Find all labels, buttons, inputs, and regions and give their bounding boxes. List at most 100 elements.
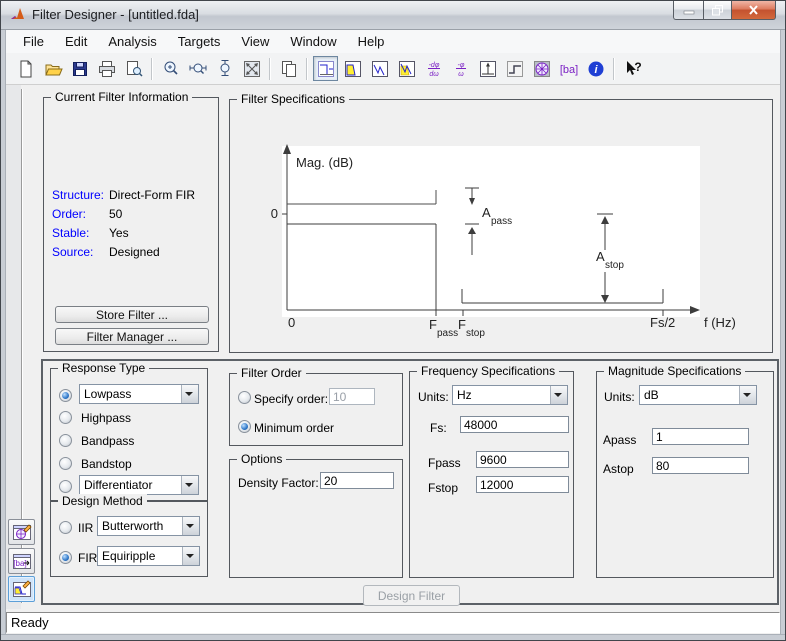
save-button[interactable] (67, 56, 92, 81)
bandpass-label: Bandpass (81, 434, 134, 448)
diagram-fstop-sub: stop (466, 328, 485, 339)
menu-analysis[interactable]: Analysis (98, 31, 166, 52)
density-factor-input[interactable] (320, 472, 394, 489)
chevron-down-icon[interactable] (739, 386, 756, 404)
svg-text:ω: ω (458, 71, 464, 78)
window-title: Filter Designer - [untitled.fda] (32, 1, 199, 29)
step-response-icon (505, 59, 525, 79)
lowpass-radio[interactable] (59, 389, 72, 402)
specify-order-radio[interactable] (238, 391, 251, 404)
iir-method-value: Butterworth (102, 519, 181, 533)
print-to-figure-button[interactable] (276, 56, 301, 81)
specify-order-label: Specify order: (254, 392, 328, 406)
filter-specifications-icon (316, 59, 336, 79)
chevron-down-icon[interactable] (182, 547, 199, 565)
close-button[interactable] (732, 1, 776, 20)
magnitude-response-icon (343, 59, 363, 79)
differentiator-select[interactable]: Differentiator (79, 475, 199, 495)
stable-value: Yes (109, 226, 129, 240)
diagram-fpass-sub: pass (437, 328, 458, 339)
iir-radio[interactable] (59, 521, 72, 534)
design-filter-button[interactable]: Design Filter (363, 585, 460, 606)
svg-text:?: ? (634, 60, 641, 74)
step-response-button[interactable] (502, 56, 527, 81)
matlab-logo-icon (10, 7, 26, 23)
diagram-zero-tick: 0 (271, 206, 278, 221)
bandstop-radio[interactable] (59, 457, 72, 470)
toolbar: -dφdω -φω [ba] i ? (6, 53, 780, 85)
help-mode-button[interactable]: ? (620, 56, 645, 81)
specify-order-input[interactable] (329, 388, 375, 405)
pole-zero-editor-button[interactable] (8, 519, 35, 545)
fstop-input[interactable] (476, 476, 569, 493)
restore-button[interactable] (703, 1, 732, 20)
differentiator-select-value: Differentiator (84, 478, 180, 492)
chevron-down-icon[interactable] (182, 517, 199, 535)
differentiator-radio[interactable] (59, 480, 72, 493)
magnitude-response-button[interactable] (340, 56, 365, 81)
menu-edit[interactable]: Edit (55, 31, 97, 52)
bandpass-radio[interactable] (59, 434, 72, 447)
minimum-order-radio[interactable] (238, 420, 251, 433)
print-to-figure-icon (279, 59, 299, 79)
menu-targets[interactable]: Targets (168, 31, 231, 52)
zoom-y-button[interactable] (212, 56, 237, 81)
magnitude-and-phase-response-button[interactable] (394, 56, 419, 81)
lowpass-select[interactable]: Lowpass (79, 384, 199, 404)
phase-response-button[interactable] (367, 56, 392, 81)
open-file-button[interactable] (40, 56, 65, 81)
group-title: Design Method (58, 494, 147, 508)
astop-input[interactable] (652, 457, 749, 474)
diagram-astop: A (596, 249, 605, 264)
chevron-down-icon[interactable] (181, 385, 198, 403)
phase-delay-response-button[interactable]: -φω (448, 56, 473, 81)
filter-order-group: Filter Order Specify order: Minimum orde… (229, 373, 403, 446)
diagram-apass: A (482, 205, 491, 220)
chevron-down-icon[interactable] (550, 386, 567, 404)
menu-file[interactable]: File (13, 31, 54, 52)
store-filter-button[interactable]: Store Filter ... (55, 306, 209, 323)
fir-radio[interactable] (59, 551, 72, 564)
pole-zero-plot-button[interactable] (529, 56, 554, 81)
order-value: 50 (109, 207, 122, 221)
mag-units-select[interactable]: dB (639, 385, 757, 405)
structure-value: Direct-Form FIR (109, 188, 195, 202)
fir-label: FIR (78, 551, 97, 565)
filter-specifications-group: Filter Specifications Mag. (dB) 0 (229, 99, 773, 353)
highpass-radio[interactable] (59, 411, 72, 424)
titlebar[interactable]: Filter Designer - [untitled.fda] (1, 1, 785, 30)
impulse-response-button[interactable] (475, 56, 500, 81)
zoom-x-button[interactable] (185, 56, 210, 81)
chevron-down-icon[interactable] (181, 476, 198, 494)
filter-coefficients-button[interactable]: [ba] (556, 56, 581, 81)
import-filter-button[interactable]: [ba] (8, 548, 35, 574)
zoom-in-button[interactable] (158, 56, 183, 81)
iir-method-select[interactable]: Butterworth (97, 516, 200, 536)
full-view-icon (242, 59, 262, 79)
filter-coefficients-icon: [ba] (559, 59, 579, 79)
options-group: Options Density Factor: (229, 459, 403, 578)
import-filter-icon: [ba] (11, 550, 33, 572)
fir-method-select[interactable]: Equiripple (97, 546, 200, 566)
fpass-input[interactable] (476, 451, 569, 468)
phase-response-icon (370, 59, 390, 79)
full-view-button[interactable] (239, 56, 264, 81)
menu-view[interactable]: View (231, 31, 279, 52)
fs-input[interactable] (460, 416, 569, 433)
diagram-fstop: F (458, 317, 466, 332)
design-filter-panel-button[interactable] (8, 576, 35, 602)
menu-help[interactable]: Help (348, 31, 395, 52)
filter-manager-button[interactable]: Filter Manager ... (55, 328, 209, 345)
group-delay-response-button[interactable]: -dφdω (421, 56, 446, 81)
new-file-button[interactable] (13, 56, 38, 81)
print-preview-button[interactable] (121, 56, 146, 81)
freq-units-label: Units: (418, 390, 449, 404)
menu-window[interactable]: Window (280, 31, 346, 52)
fir-method-value: Equiripple (102, 549, 181, 563)
freq-units-select[interactable]: Hz (452, 385, 568, 405)
minimize-button[interactable] (673, 1, 703, 20)
print-button[interactable] (94, 56, 119, 81)
filter-information-button[interactable]: i (583, 56, 608, 81)
apass-input[interactable] (652, 428, 749, 445)
filter-specifications-button[interactable] (313, 56, 338, 81)
